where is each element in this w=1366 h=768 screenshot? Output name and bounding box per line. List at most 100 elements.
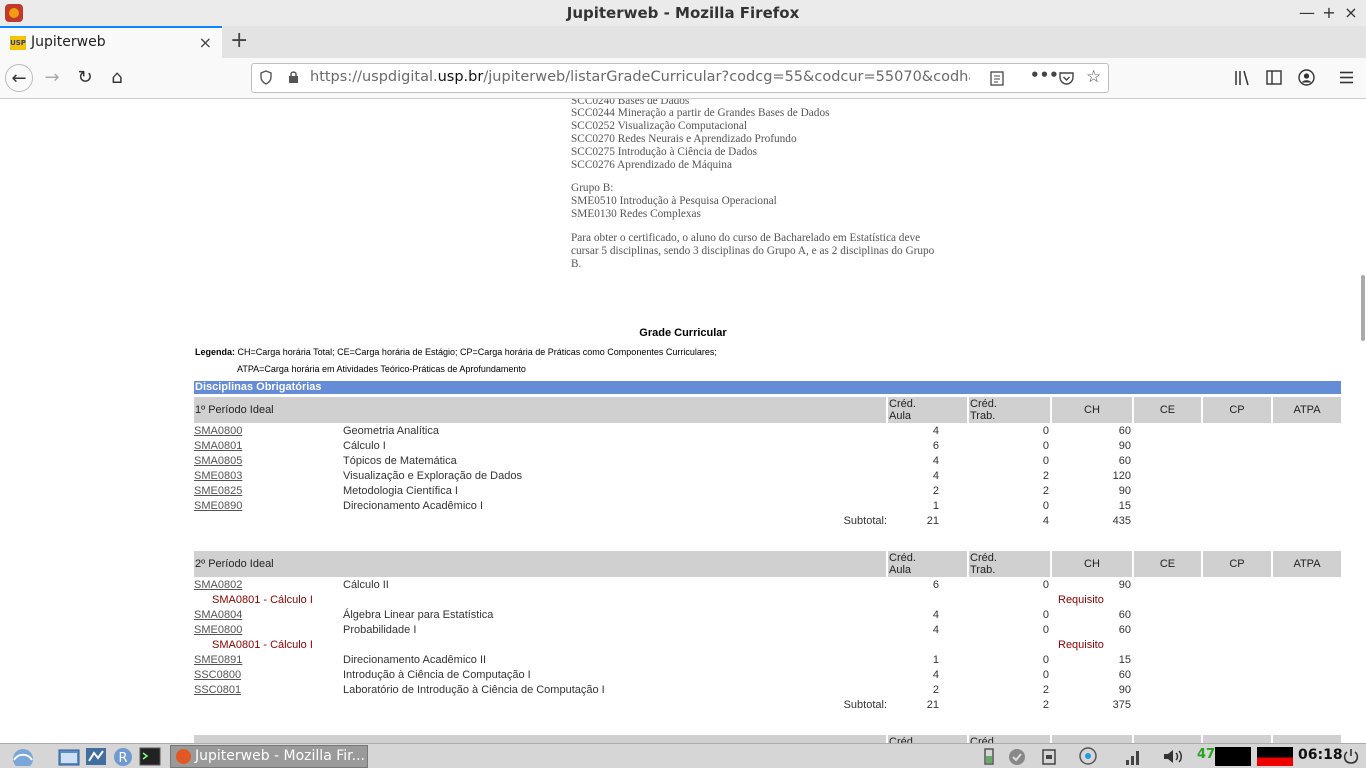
col-ch: CH <box>1052 397 1132 423</box>
certificate-text: B. <box>571 258 582 270</box>
cred-trab-value: 0 <box>1042 609 1049 621</box>
col-cred-trab: Créd. Trab. <box>969 551 1050 577</box>
period-header: 1º Período Ideal Créd. Aula Créd. Trab. CH… <box>194 397 1341 423</box>
lock-icon[interactable] <box>288 70 299 83</box>
cred-trab-value: 0 <box>1042 455 1049 467</box>
cred-trab-value: 0 <box>1042 624 1049 636</box>
cred-aula-value: 6 <box>932 579 939 591</box>
ch-value: 15 <box>1118 500 1131 512</box>
course-code-link[interactable]: SMA0800 <box>194 425 242 437</box>
tab-jupiterweb[interactable]: USP Jupiterweb × <box>0 26 222 58</box>
info-line: SCC0252 Visualização Computacional <box>571 120 748 132</box>
col-atpa <box>1273 735 1341 743</box>
course-code-link[interactable]: SME0800 <box>194 624 242 636</box>
cred-trab-value: 4 <box>1042 515 1049 527</box>
home-button[interactable]: ⌂ <box>103 64 131 92</box>
cred-aula-value: 4 <box>932 669 939 681</box>
requirement-type: Requisito <box>1058 594 1104 606</box>
section-header: Disciplinas Obrigatórias <box>194 381 1341 394</box>
certificate-text: cursar 5 disciplinas, sendo 3 disciplina… <box>571 245 935 257</box>
reload-button[interactable]: ↻ <box>71 64 99 92</box>
reader-icon[interactable] <box>990 71 1004 86</box>
clipboard-icon[interactable] <box>1040 747 1058 766</box>
ch-value: 60 <box>1118 425 1131 437</box>
subtotal-label: Subtotal: <box>843 699 887 711</box>
forward-button[interactable]: → <box>38 64 66 92</box>
battery-icon[interactable] <box>980 747 1000 766</box>
requirement-course: SMA0801 - Cálculo I <box>212 594 313 606</box>
cred-aula-value: 4 <box>932 470 939 482</box>
cred-trab-value: 0 <box>1042 669 1049 681</box>
cred-trab-value: 0 <box>1042 654 1049 666</box>
cred-aula-value: 1 <box>932 654 939 666</box>
info-line: SCC0275 Introdução à Ciência de Dados <box>571 146 758 158</box>
pocket-icon[interactable] <box>1059 71 1074 85</box>
col-cred-trab: Créd. Trab. <box>969 397 1050 423</box>
terminal-icon[interactable] <box>139 747 161 766</box>
cred-aula-value: 6 <box>932 440 939 452</box>
new-tab-button[interactable]: + <box>230 28 248 53</box>
subtotal-row: Subtotal: 21 4 435 <box>194 514 1341 529</box>
power-icon[interactable] <box>1342 747 1360 766</box>
start-icon[interactable] <box>10 747 36 766</box>
col-cred-trab: Créd. <box>969 735 1050 743</box>
table-row: SME0803 Visualização e Exploração de Dad… <box>194 469 1341 484</box>
cred-trab-value: 0 <box>1042 579 1049 591</box>
info-line: SME0130 Redes Complexas <box>571 208 701 220</box>
course-code-link[interactable]: SME0803 <box>194 470 242 482</box>
account-icon[interactable] <box>1298 69 1315 86</box>
memory-monitor <box>1257 747 1293 766</box>
course-code-link[interactable]: SME0825 <box>194 485 242 497</box>
address-bar[interactable]: https://uspdigital.usp.br/jupiterweb/lis… <box>251 63 1109 93</box>
course-code-link[interactable]: SMA0802 <box>194 579 242 591</box>
period-title: 2º Período Ideal <box>194 551 886 577</box>
course-code-link[interactable]: SME0890 <box>194 500 242 512</box>
table-row: SME0800 Probabilidade I 4 0 60 <box>194 623 1341 638</box>
file-manager-icon[interactable] <box>58 747 80 766</box>
library-icon[interactable] <box>1234 70 1250 86</box>
more-icon[interactable]: ••• <box>1030 66 1059 84</box>
course-code-link[interactable]: SMA0801 <box>194 440 242 452</box>
volume-icon[interactable] <box>1162 747 1186 766</box>
maximize-button[interactable]: + <box>1319 3 1339 23</box>
course-code-link[interactable]: SSC0800 <box>194 669 241 681</box>
table-row: SMA0801 Cálculo I 6 0 90 <box>194 439 1341 454</box>
close-window-button[interactable]: × <box>1341 3 1361 23</box>
cred-trab-value: 0 <box>1042 425 1049 437</box>
course-code-link[interactable]: SSC0801 <box>194 684 241 696</box>
col-ch <box>1052 735 1132 743</box>
sidebar-icon[interactable] <box>1266 70 1282 85</box>
back-button[interactable]: ← <box>5 64 33 92</box>
col-ce: CE <box>1134 551 1201 577</box>
page-content: SCC0240 Bases de Dados SCC0244 Mineração… <box>0 99 1366 743</box>
star-icon[interactable]: ☆ <box>1086 67 1101 87</box>
table-row: SSC0800 Introdução à Ciência de Computaç… <box>194 668 1341 683</box>
course-name: Cálculo II <box>343 579 389 591</box>
ch-value: 90 <box>1118 579 1131 591</box>
bluetooth-icon[interactable] <box>1076 747 1100 766</box>
url-text[interactable]: https://uspdigital.usp.br/jupiterweb/lis… <box>310 69 970 85</box>
cred-trab-value: 2 <box>1042 699 1049 711</box>
taskbar-window-firefox[interactable]: Jupiterweb - Mozilla Fir... <box>170 745 368 768</box>
shield-icon[interactable] <box>260 70 272 85</box>
col-cp: CP <box>1203 397 1271 423</box>
r-icon[interactable]: R <box>112 747 134 766</box>
signal-icon[interactable] <box>1124 747 1142 766</box>
network-app-icon[interactable] <box>85 747 107 766</box>
minimize-button[interactable]: — <box>1297 3 1317 23</box>
course-code-link[interactable]: SMA0805 <box>194 455 242 467</box>
cred-trab-value: 2 <box>1042 470 1049 482</box>
table-row: SME0890 Direcionamento Acadêmico I 1 0 1… <box>194 499 1341 514</box>
requirement-type: Requisito <box>1058 639 1104 651</box>
tab-close-button[interactable]: × <box>199 33 212 52</box>
course-code-link[interactable]: SME0891 <box>194 654 242 666</box>
course-name: Tópicos de Matemática <box>343 455 457 467</box>
cred-aula-value: 4 <box>932 624 939 636</box>
col-atpa: ATPA <box>1273 551 1341 577</box>
menu-icon[interactable] <box>1339 71 1354 84</box>
course-code-link[interactable]: SMA0804 <box>194 609 242 621</box>
updates-icon[interactable] <box>1006 747 1028 766</box>
col-ce <box>1134 735 1201 743</box>
col-cred-aula: Créd. Aula <box>888 397 967 423</box>
table-row: SMA0804 Álgebra Linear para Estatística … <box>194 608 1341 623</box>
